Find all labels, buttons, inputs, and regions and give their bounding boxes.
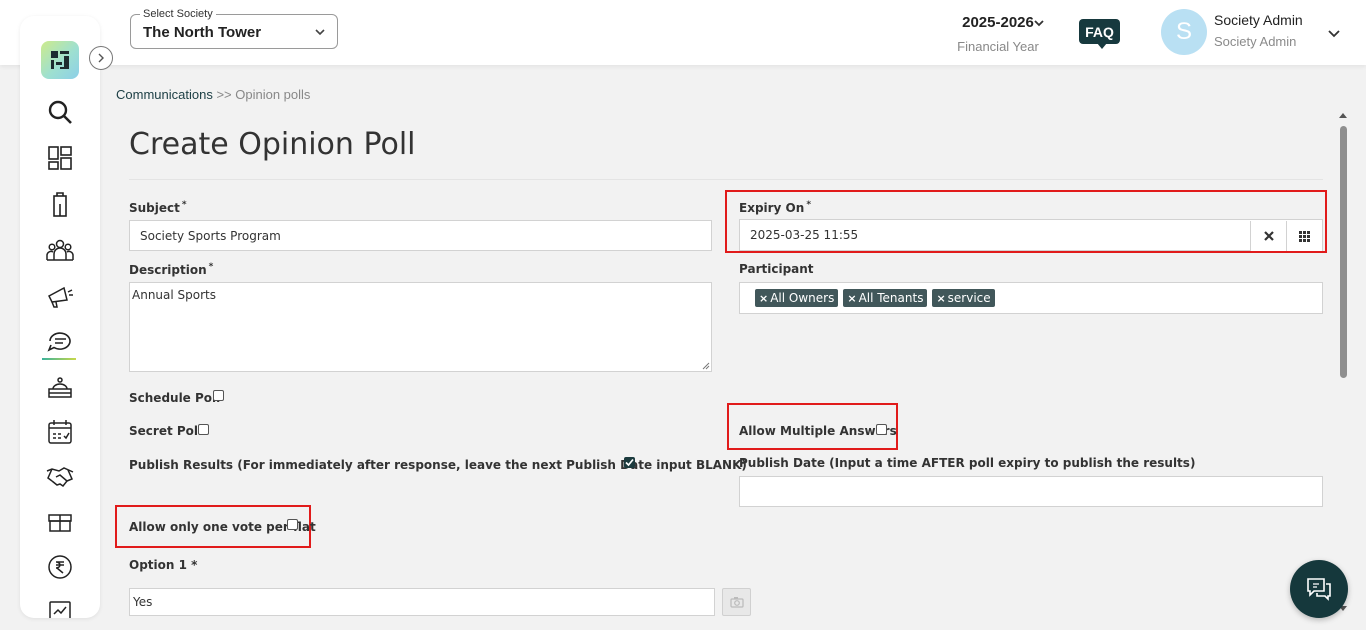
allow-multiple-answers-label: Allow Multiple Answers xyxy=(739,424,897,438)
user-role: Society Admin xyxy=(1214,34,1297,49)
description-text: Annual Sports xyxy=(132,288,216,302)
participant-label: Participant xyxy=(739,262,814,276)
schedule-poll-label: Schedule Poll xyxy=(129,391,221,405)
app-logo[interactable] xyxy=(41,41,79,79)
secret-poll-checkbox[interactable] xyxy=(198,424,209,435)
financial-year-label: Financial Year xyxy=(957,39,1039,54)
description-label: Description * xyxy=(129,262,214,277)
user-name[interactable]: Society Admin xyxy=(1214,12,1303,28)
camera-icon xyxy=(729,597,744,608)
breadcrumb-communications[interactable]: Communications xyxy=(116,87,213,102)
report-icon[interactable] xyxy=(44,596,76,618)
expiry-date-input[interactable]: 2025-03-25 11:55 xyxy=(739,219,1323,251)
breadcrumb: Communications >> Opinion polls xyxy=(116,87,310,102)
chat-support-button[interactable] xyxy=(1290,560,1348,618)
schedule-poll-checkbox[interactable] xyxy=(213,390,224,401)
description-textarea[interactable]: Annual Sports xyxy=(129,282,712,372)
scroll-thumb[interactable] xyxy=(1340,126,1347,378)
people-icon[interactable] xyxy=(44,234,76,266)
participant-select[interactable]: × All Owners × All Tenants × service xyxy=(739,282,1323,314)
subject-label: Subject * xyxy=(129,200,187,215)
search-icon[interactable] xyxy=(44,96,76,128)
society-select-value: The North Tower xyxy=(143,24,262,41)
publish-results-label: Publish Results (For immediately after r… xyxy=(129,458,747,472)
check-icon xyxy=(625,458,634,467)
society-select[interactable]: Select Society The North Tower xyxy=(130,8,338,49)
financial-year-selector[interactable]: 2025-2026 Financial Year xyxy=(948,14,1048,54)
building-icon[interactable] xyxy=(44,188,76,220)
participant-tag[interactable]: × service xyxy=(932,289,995,307)
active-indicator xyxy=(42,358,76,360)
clear-date-button[interactable] xyxy=(1250,221,1286,251)
allow-multiple-answers-checkbox[interactable] xyxy=(876,424,887,435)
chevron-down-icon xyxy=(1032,16,1046,35)
publish-results-checkbox[interactable] xyxy=(624,457,635,468)
breadcrumb-current: Opinion polls xyxy=(235,87,311,102)
facility-icon[interactable] xyxy=(44,371,76,403)
grid-icon xyxy=(1299,230,1310,242)
society-select-label: Select Society xyxy=(140,8,216,20)
sidebar xyxy=(20,16,100,618)
top-header: Select Society The North Tower 2025-2026… xyxy=(0,0,1366,65)
option-1-label: Option 1 * xyxy=(129,558,198,572)
close-icon xyxy=(1263,231,1274,241)
resize-grip-icon[interactable] xyxy=(702,362,710,370)
divider xyxy=(129,179,1323,180)
expiry-date-value: 2025-03-25 11:55 xyxy=(750,228,859,242)
calendar-icon[interactable] xyxy=(44,416,76,448)
avatar[interactable]: S xyxy=(1161,9,1207,55)
secret-poll-label: Secret Poll xyxy=(129,424,203,438)
breadcrumb-separator: >> xyxy=(216,87,232,102)
subject-input[interactable]: Society Sports Program xyxy=(129,220,712,251)
chat-icon[interactable] xyxy=(44,326,76,358)
faq-button[interactable]: FAQ xyxy=(1079,19,1120,49)
publish-date-label: Publish Date (Input a time AFTER poll ex… xyxy=(739,456,1196,470)
remove-tag-icon[interactable]: × xyxy=(936,292,945,305)
gift-icon[interactable] xyxy=(44,505,76,537)
remove-tag-icon[interactable]: × xyxy=(847,292,856,305)
remove-tag-icon[interactable]: × xyxy=(759,292,768,305)
chevron-down-icon[interactable] xyxy=(1327,26,1341,45)
page-title: Create Opinion Poll xyxy=(129,127,416,162)
dashboard-icon[interactable] xyxy=(44,142,76,174)
participant-tag[interactable]: × All Tenants xyxy=(843,289,928,307)
chevron-down-icon xyxy=(313,25,327,44)
handshake-icon[interactable] xyxy=(44,460,76,492)
announcement-icon[interactable] xyxy=(44,280,76,312)
scrollbar[interactable] xyxy=(1336,108,1350,614)
one-vote-per-flat-checkbox[interactable] xyxy=(287,519,298,530)
scroll-up-icon xyxy=(1339,113,1347,118)
participant-tag[interactable]: × All Owners xyxy=(755,289,839,307)
chat-icon xyxy=(1307,578,1331,601)
option-image-button[interactable] xyxy=(722,588,751,616)
publish-date-input[interactable] xyxy=(739,476,1323,507)
date-picker-button[interactable] xyxy=(1286,221,1322,251)
expiry-label: Expiry On * xyxy=(739,200,812,215)
rupee-icon[interactable] xyxy=(44,551,76,583)
sidebar-collapse-button[interactable] xyxy=(89,46,113,70)
option-1-input[interactable]: Yes xyxy=(129,588,715,616)
